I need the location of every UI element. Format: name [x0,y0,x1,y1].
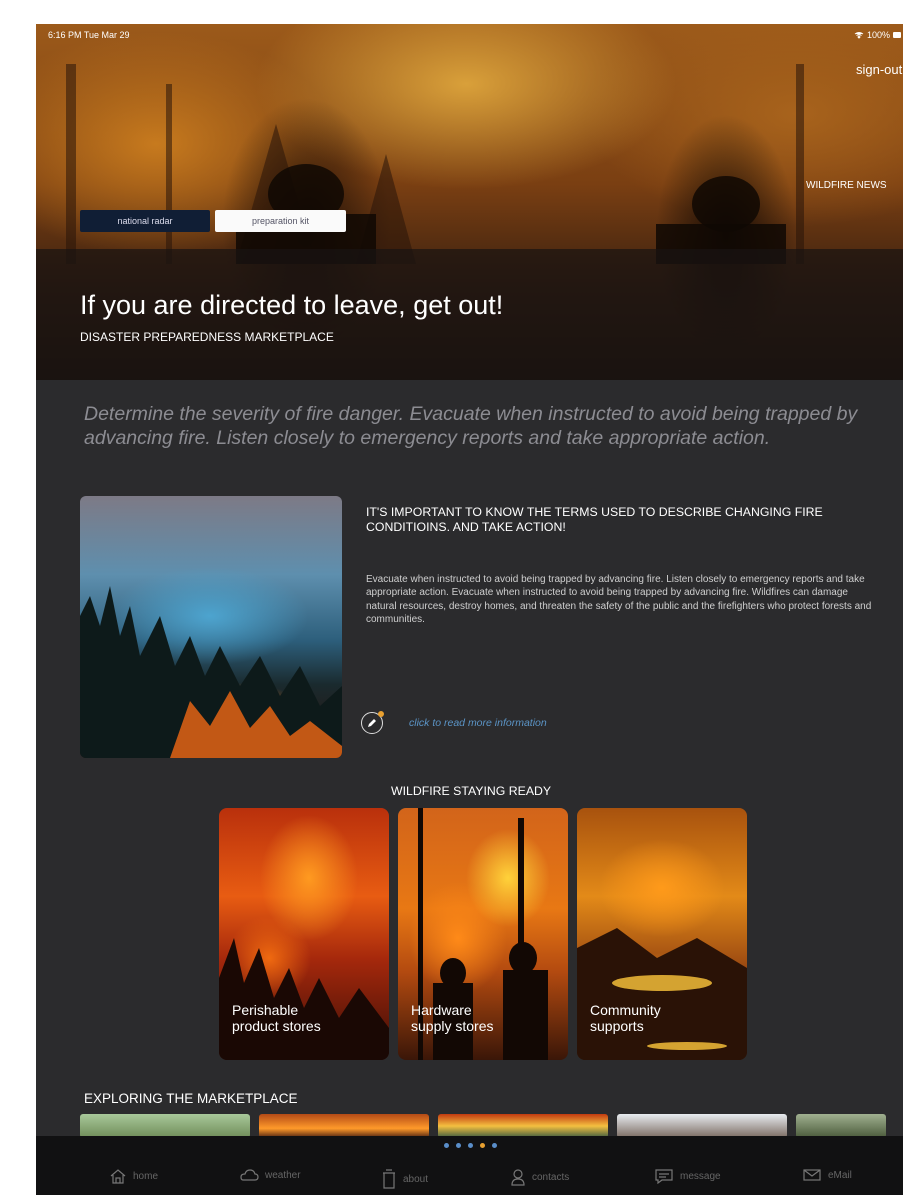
status-time: 6:16 PM Tue Mar 29 [48,30,130,40]
card-label: Perishable product stores [232,1002,321,1034]
wildfire-news-link[interactable]: WILDFIRE NEWS [806,180,887,191]
marketplace-thumbnail[interactable] [796,1114,886,1138]
hero-background-image [66,64,804,264]
page-dot[interactable] [468,1143,473,1148]
mail-icon [803,1169,821,1181]
tab-email[interactable]: eMail [802,1168,852,1182]
tab-message[interactable]: message [654,1168,721,1184]
home-icon [110,1169,126,1184]
page-dot[interactable] [492,1143,497,1148]
marketplace-thumbnail[interactable] [438,1114,608,1138]
person-icon [511,1169,525,1186]
tab-home[interactable]: home [109,1168,158,1184]
marketplace-thumbnail[interactable] [259,1114,429,1138]
notification-dot [378,711,384,717]
marketplace-thumbnail[interactable] [80,1114,250,1138]
card-perishable-stores[interactable]: Perishable product stores [219,808,389,1060]
tab-weather[interactable]: weather [239,1168,301,1182]
tab-contacts[interactable]: contacts [510,1168,569,1186]
card-community-supports[interactable]: Community supports [577,808,747,1060]
hero-subtitle: DISASTER PREPAREDNESS MARKETPLACE [80,330,334,344]
page-dot[interactable] [444,1143,449,1148]
card-hardware-stores[interactable]: Hardware supply stores [398,808,568,1060]
battery-percent: 100% [866,30,890,40]
trash-icon [383,1169,395,1189]
pencil-icon [368,719,376,727]
card-label: Community supports [590,1002,661,1034]
wifi-icon [854,32,864,39]
hero-title: If you are directed to leave, get out! [80,290,504,320]
card-label: Hardware supply stores [411,1002,494,1034]
read-more-link[interactable]: click to read more information [409,717,547,729]
feature-title: IT'S IMPORTANT TO KNOW THE TERMS USED TO… [366,505,823,534]
bottom-tab-bar: home weather about contacts message eMai… [36,1136,903,1195]
forest-fire-image [80,496,342,758]
cloud-icon [240,1169,259,1181]
battery-icon [893,32,901,38]
page-dot[interactable] [456,1143,461,1148]
staying-ready-title: WILDFIRE STAYING READY [391,784,552,798]
edit-button[interactable] [361,711,384,734]
page-dot-active[interactable] [480,1143,485,1148]
feature-body: Evacuate when instructed to avoid being … [366,574,872,626]
sign-out-link[interactable]: sign-out [856,62,902,77]
tab-about[interactable]: about [381,1168,428,1190]
marketplace-title: EXPLORING THE MARKETPLACE [84,1091,298,1106]
preparation-kit-button[interactable]: preparation kit [215,210,346,232]
intro-text: Determine the severity of fire danger. E… [84,403,858,449]
app-screen: 6:16 PM Tue Mar 29 100% sign-out WILDFIR… [36,24,903,1195]
status-indicators: 100% [854,30,901,40]
marketplace-thumbnail[interactable] [617,1114,787,1138]
message-icon [655,1169,673,1184]
page-indicator[interactable] [444,1143,497,1148]
hero-banner: 6:16 PM Tue Mar 29 100% sign-out WILDFIR… [36,24,903,380]
pine-silhouettes [80,586,342,758]
national-radar-button[interactable]: national radar [80,210,210,232]
